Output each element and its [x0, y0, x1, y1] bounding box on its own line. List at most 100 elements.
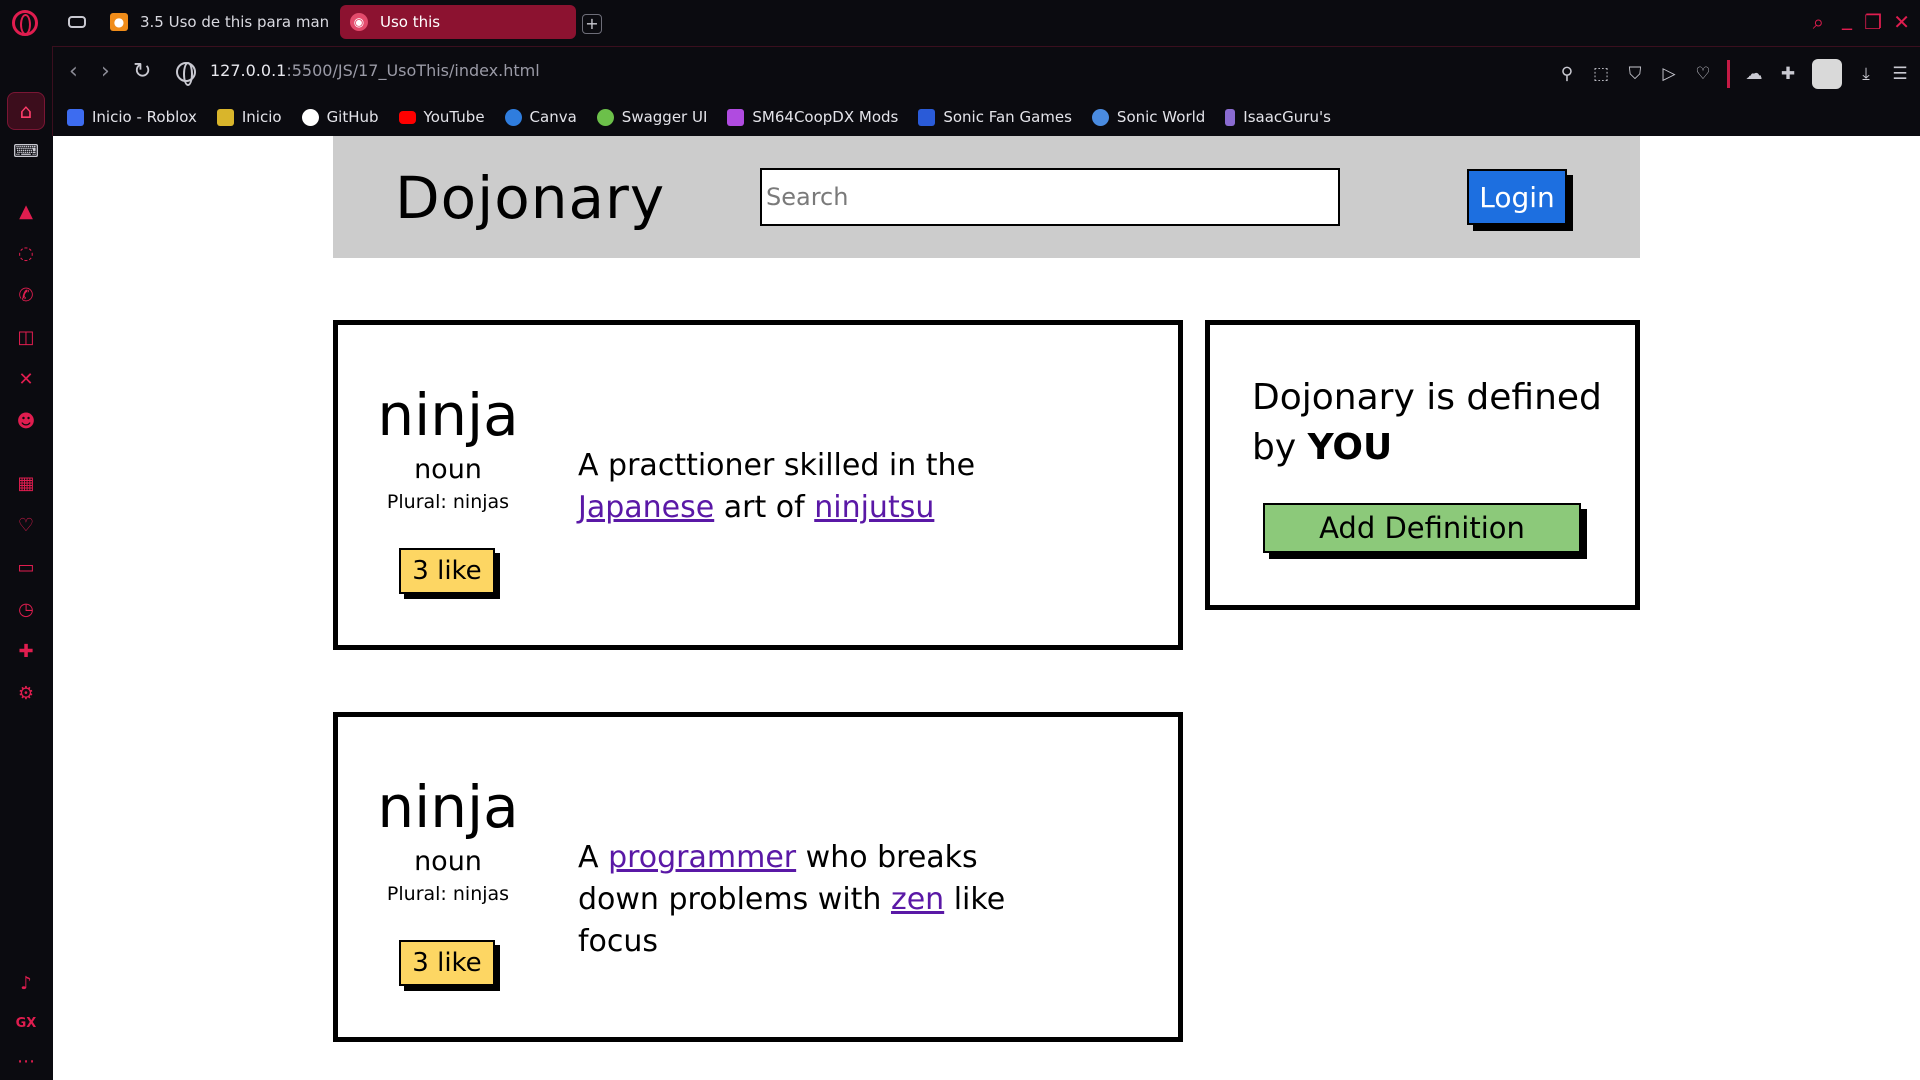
- avatar[interactable]: [1812, 59, 1842, 89]
- site-logo[interactable]: Dojonary: [395, 164, 665, 232]
- like-button[interactable]: 3 like: [399, 940, 495, 986]
- plural-form: Plural: ninjas: [386, 491, 510, 513]
- swagger-icon: [596, 108, 614, 126]
- more-icon[interactable]: ⋯: [13, 1048, 39, 1074]
- tab-active[interactable]: ◉ Uso this: [340, 5, 576, 39]
- tab-label: Uso this: [380, 13, 441, 31]
- person-icon: ●: [110, 13, 128, 31]
- vpn-icon[interactable]: ☁: [1744, 64, 1764, 84]
- definition-card: ninja noun Plural: ninjas 3 like A progr…: [333, 712, 1183, 1042]
- canva-icon: [504, 108, 522, 126]
- definition-text: A practtioner skilled in the Japanese ar…: [578, 445, 1058, 529]
- snapshot-icon[interactable]: ⬚: [1591, 64, 1611, 84]
- word-title: ninja: [377, 773, 519, 841]
- speed-dial-icon[interactable]: ▦: [13, 470, 39, 496]
- definition-part: A practtioner skilled in the: [578, 448, 976, 483]
- bookmark-roblox[interactable]: Inicio - Roblox: [67, 108, 197, 126]
- add-definition-card: Dojonary is defined by YOU Add Definitio…: [1205, 320, 1640, 610]
- menu-icon[interactable]: ☰: [1890, 64, 1910, 84]
- search-input[interactable]: [760, 168, 1340, 226]
- forward-icon[interactable]: ›: [101, 59, 110, 85]
- bookmark-youtube[interactable]: YouTube: [398, 108, 485, 126]
- gx-icon[interactable]: GX: [13, 1010, 39, 1036]
- bookmark-label: Inicio - Roblox: [92, 108, 197, 126]
- back-icon[interactable]: ‹: [69, 59, 78, 85]
- bookmark-label: IsaacGuru's: [1243, 108, 1331, 126]
- extensions-icon[interactable]: ✚: [13, 638, 39, 664]
- bookmark-sonic-fan-games[interactable]: Sonic Fan Games: [918, 108, 1072, 126]
- definition-link[interactable]: zen: [891, 882, 944, 917]
- whatsapp-icon[interactable]: ✆: [13, 282, 39, 308]
- site-info-icon[interactable]: [176, 62, 196, 86]
- home-icon[interactable]: ⌂: [7, 92, 45, 130]
- gamepad-icon[interactable]: [68, 16, 86, 28]
- music-icon[interactable]: ♪: [13, 970, 39, 996]
- bookmark-sm64coopdx[interactable]: SM64CoopDX Mods: [727, 108, 898, 126]
- definition-card: ninja noun Plural: ninjas 3 like A pract…: [333, 320, 1183, 650]
- side-title-text: Dojonary is defined by: [1252, 377, 1602, 468]
- x-icon[interactable]: ✕: [13, 366, 39, 392]
- side-title-bold: YOU: [1307, 427, 1393, 468]
- new-tab-button[interactable]: +: [582, 14, 602, 34]
- bookmark-label: Swagger UI: [621, 108, 708, 126]
- bookmark-label: Sonic Fan Games: [943, 108, 1072, 126]
- heart-icon[interactable]: ♡: [13, 512, 39, 538]
- search-icon[interactable]: ⌕: [1813, 10, 1824, 34]
- history-icon[interactable]: ◷: [13, 596, 39, 622]
- globe-icon: ◉: [350, 13, 368, 31]
- definition-link[interactable]: ninjutsu: [814, 490, 934, 525]
- settings-icon[interactable]: ⚙: [13, 680, 39, 706]
- url-field[interactable]: 127.0.0.1:5500/JS/17_UsoThis/index.html: [210, 61, 540, 80]
- bookmark-isaacguru[interactable]: IsaacGuru's: [1225, 108, 1331, 126]
- restore-icon[interactable]: ❐: [1864, 10, 1882, 34]
- minimize-icon[interactable]: _: [1842, 6, 1852, 30]
- page-viewport: Dojonary Login ninja noun Plural: ninjas…: [53, 136, 1920, 1080]
- like-button[interactable]: 3 like: [399, 548, 495, 594]
- tab-label: 3.5 Uso de this para mani: [140, 13, 328, 31]
- browser-sidebar: ⌂ ⌨ ▲ ◌ ✆ ◫ ✕ ☻ ▦ ♡ ▭ ◷ ✚ ⚙ ♪ GX ⋯: [0, 46, 52, 1080]
- reload-icon[interactable]: ↻: [133, 59, 151, 85]
- messenger-icon[interactable]: ◌: [13, 240, 39, 266]
- sonic-icon: [1091, 108, 1109, 126]
- instagram-icon[interactable]: ◫: [13, 324, 39, 350]
- mods-icon: [727, 108, 745, 126]
- extensions-icon[interactable]: ✚: [1778, 64, 1798, 84]
- discord-icon[interactable]: ☻: [13, 408, 39, 434]
- bookmark-inicio[interactable]: Inicio: [216, 108, 282, 126]
- youtube-icon: [398, 110, 416, 124]
- tab-inactive[interactable]: ● 3.5 Uso de this para mani: [100, 5, 328, 39]
- tab-bar: ● 3.5 Uso de this para mani ◉ Uso this +…: [0, 0, 1920, 46]
- image-icon: [216, 108, 234, 126]
- github-icon: [301, 108, 319, 126]
- word-block: ninja noun Plural: ninjas: [368, 772, 528, 905]
- definition-text: A programmer who breaks down problems wi…: [578, 837, 1058, 963]
- definition-part: art of: [714, 490, 815, 525]
- bookmark-label: Canva: [529, 108, 577, 126]
- sfg-icon: [918, 108, 936, 126]
- shield-icon[interactable]: ⛉: [1625, 64, 1645, 84]
- opera-logo-icon[interactable]: [12, 10, 38, 36]
- toolbar-icons: ⚲ ⬚ ⛉ ▷ ♡ ☁ ✚ ⤓ ☰: [1557, 59, 1910, 89]
- aria-icon[interactable]: ▲: [13, 198, 39, 224]
- isaacguru-icon: [1225, 108, 1236, 126]
- pin-icon[interactable]: ⚲: [1557, 64, 1577, 84]
- gamepad-icon[interactable]: ⌨: [13, 138, 39, 164]
- definition-link[interactable]: Japanese: [578, 490, 714, 525]
- wallet-icon[interactable]: ▭: [13, 554, 39, 580]
- login-button[interactable]: Login: [1467, 169, 1567, 225]
- bookmark-sonic-world[interactable]: Sonic World: [1091, 108, 1206, 126]
- bookmark-swagger[interactable]: Swagger UI: [596, 108, 708, 126]
- download-icon[interactable]: ⤓: [1856, 64, 1876, 84]
- close-icon[interactable]: ✕: [1893, 10, 1910, 34]
- bookmark-github[interactable]: GitHub: [301, 108, 379, 126]
- play-icon[interactable]: ▷: [1659, 64, 1679, 84]
- heart-icon[interactable]: ♡: [1693, 64, 1713, 84]
- url-path: :5500/JS/17_UsoThis/index.html: [286, 61, 540, 80]
- bookmark-canva[interactable]: Canva: [504, 108, 577, 126]
- site-header: Dojonary Login: [333, 136, 1640, 258]
- bookmark-label: Sonic World: [1116, 108, 1206, 126]
- bookmark-label: SM64CoopDX Mods: [752, 108, 899, 126]
- word-block: ninja noun Plural: ninjas: [368, 380, 528, 513]
- definition-link[interactable]: programmer: [608, 840, 796, 875]
- add-definition-button[interactable]: Add Definition: [1263, 503, 1581, 553]
